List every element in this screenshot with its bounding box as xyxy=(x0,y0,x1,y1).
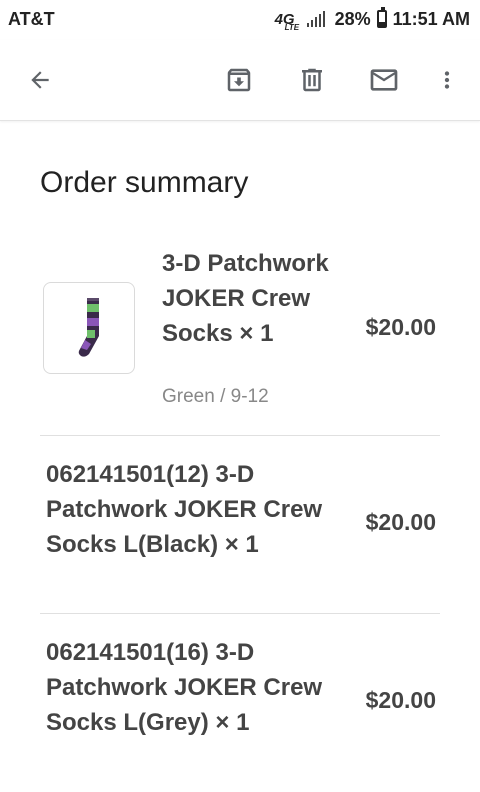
status-indicators: 4G LTE 28% 11:51 AM xyxy=(274,7,470,32)
carrier-label: AT&T xyxy=(8,8,55,29)
app-toolbar xyxy=(0,40,480,121)
archive-button[interactable] xyxy=(217,58,261,102)
item-divider xyxy=(40,613,440,614)
battery-percent: 28% xyxy=(334,8,371,29)
more-options-button[interactable] xyxy=(425,58,469,102)
sock-image xyxy=(78,298,99,357)
order-item: 3-D Patchwork JOKER Crew Socks × 1 Green… xyxy=(40,240,440,435)
product-price: $20.00 xyxy=(365,687,436,713)
delete-icon xyxy=(302,68,322,92)
clock: 11:51 AM xyxy=(392,8,470,29)
status-bar: AT&T 4G LTE 28% 11:51 AM xyxy=(0,0,480,38)
product-name: 062141501(12) 3-D Patchwork JOKER Crew S… xyxy=(46,461,323,558)
signal-icon xyxy=(306,11,325,27)
back-arrow-icon xyxy=(31,71,49,89)
product-price: $20.00 xyxy=(365,314,436,340)
order-summary-title: Order summary xyxy=(40,166,249,199)
product-thumbnail[interactable] xyxy=(43,282,135,374)
item-divider xyxy=(40,435,440,436)
back-button[interactable] xyxy=(18,58,62,102)
network-sub-label: LTE xyxy=(284,22,300,32)
battery-icon xyxy=(376,7,387,28)
network-indicator: 4G LTE xyxy=(274,10,300,32)
product-name: 3-D Patchwork JOKER Crew Socks × 1 xyxy=(162,250,329,347)
mail-icon xyxy=(370,69,398,91)
product-price: $20.00 xyxy=(365,509,436,535)
delete-button[interactable] xyxy=(290,58,334,102)
product-name: 062141501(16) 3-D Patchwork JOKER Crew S… xyxy=(46,639,323,736)
more-vert-icon xyxy=(444,71,450,89)
mark-unread-button[interactable] xyxy=(362,58,406,102)
product-variant: Green / 9-12 xyxy=(162,386,269,407)
archive-icon xyxy=(227,68,251,92)
